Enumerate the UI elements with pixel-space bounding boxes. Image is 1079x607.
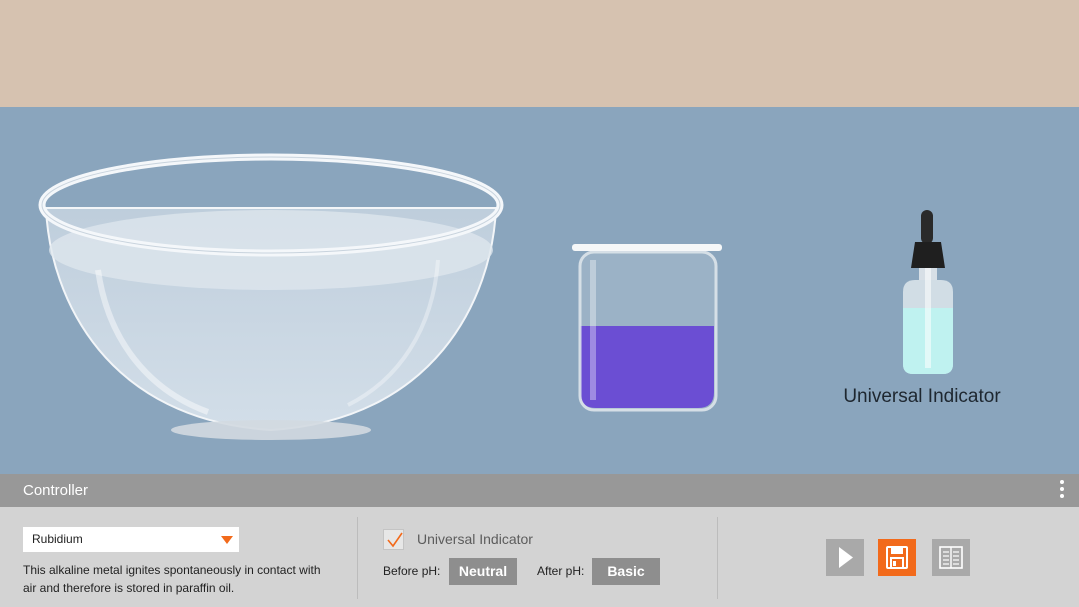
- before-ph-label: Before pH:: [383, 564, 441, 578]
- chevron-down-icon: [221, 536, 233, 544]
- kebab-menu-icon[interactable]: [1059, 480, 1065, 502]
- element-select[interactable]: Rubidium: [23, 527, 239, 552]
- play-button[interactable]: [826, 539, 864, 576]
- controller-title: Controller: [23, 482, 89, 499]
- background-wall: [0, 0, 1079, 107]
- indicator-dropper-bottle[interactable]: [895, 208, 961, 378]
- after-ph-label: After pH:: [537, 564, 585, 578]
- beaker-solution: [580, 326, 714, 408]
- save-button[interactable]: [878, 539, 916, 576]
- after-ph-value: Basic: [592, 558, 660, 585]
- indicator-checkbox[interactable]: [383, 529, 404, 550]
- save-icon: [886, 546, 908, 569]
- controller-panel: Rubidium This alkaline metal ignites spo…: [0, 507, 1079, 607]
- beaker[interactable]: [568, 240, 726, 412]
- divider: [717, 517, 718, 599]
- controller-header: Controller: [0, 474, 1079, 507]
- divider: [357, 517, 358, 599]
- checkmark-icon: [387, 532, 403, 548]
- play-icon: [839, 547, 853, 568]
- worksheet-button[interactable]: [932, 539, 970, 576]
- indicator-checkbox-label: Universal Indicator: [417, 531, 533, 547]
- worksheet-icon: [939, 546, 963, 569]
- water-bowl[interactable]: [38, 150, 504, 445]
- element-select-value: Rubidium: [32, 532, 83, 546]
- before-ph-value: Neutral: [449, 558, 517, 585]
- indicator-label: Universal Indicator: [843, 386, 1001, 407]
- element-description: This alkaline metal ignites spontaneousl…: [23, 563, 321, 595]
